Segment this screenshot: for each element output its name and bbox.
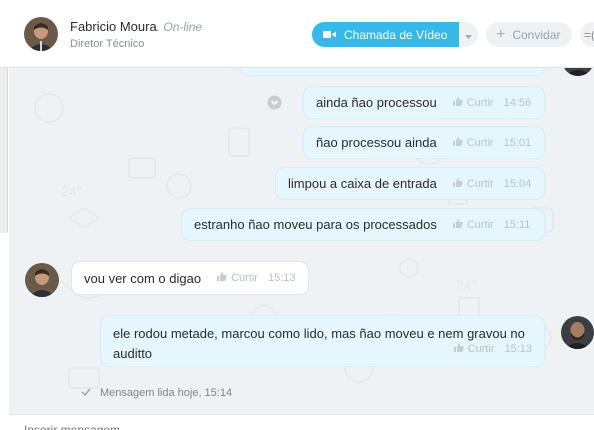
contact-avatar-small[interactable] (25, 263, 59, 297)
plus-icon: + (496, 25, 506, 43)
thumbs-up-icon[interactable] (217, 272, 227, 284)
message-bubble-partial (239, 68, 545, 76)
thumbs-up-icon[interactable] (453, 339, 464, 359)
side-panel-edge (0, 68, 8, 233)
collapse-chevron-icon[interactable] (267, 95, 282, 115)
message-text: ainda ñao processou (316, 95, 437, 110)
message-meta: Curtir 15:04 (452, 177, 532, 190)
message-bubble-out[interactable]: estranho ñao moveu para os processados C… (181, 208, 545, 241)
thumbs-up-icon[interactable] (452, 218, 463, 231)
message-text: ñao processou ainda (316, 135, 437, 150)
message-time: 15:11 (503, 218, 531, 231)
message-time: 15:04 (503, 177, 532, 190)
contact-name[interactable]: Fabricio Moura (70, 19, 157, 34)
like-label[interactable]: Curtir (467, 97, 494, 109)
read-receipt: Mensagem lida hoje, 15:14 (81, 387, 232, 399)
svg-text:24°: 24° (61, 183, 82, 199)
like-label[interactable]: Curtir (467, 219, 494, 231)
message-meta: Curtir 15:13 (217, 272, 296, 284)
invite-button[interactable]: + Convidar (486, 22, 572, 47)
chevron-down-icon (465, 26, 472, 44)
like-label[interactable]: Curtir (468, 339, 495, 359)
thumbs-up-icon[interactable] (452, 96, 463, 109)
message-time: 15:13 (267, 272, 296, 284)
message-meta: Curtir 15:11 (452, 218, 531, 231)
video-call-dropdown[interactable] (459, 22, 478, 47)
message-bubble-out[interactable]: ainda ñao processou Curtir 14:56 (303, 86, 545, 119)
message-text: estranho ñao moveu para os processados (194, 217, 437, 232)
message-bubble-in[interactable]: vou ver com o digao Curtir 15:13 (71, 261, 309, 295)
message-bubble-out[interactable]: ñao processou ainda Curtir 15:01 (303, 126, 545, 159)
read-receipt-text: Mensagem lida hoje, 15:14 (100, 387, 233, 399)
message-text: limpou a caixa de entrada (288, 176, 437, 191)
check-icon (81, 387, 91, 399)
more-options-label: =( (584, 27, 594, 42)
message-time: 15:13 (504, 343, 532, 355)
my-avatar[interactable] (561, 316, 594, 349)
contact-avatar[interactable] (24, 17, 58, 51)
svg-text:24°: 24° (456, 277, 477, 293)
video-call-label: Chamada de Vídeo (344, 27, 448, 42)
thumbs-up-icon[interactable] (452, 177, 463, 190)
video-call-button[interactable]: Chamada de Vídeo (312, 22, 460, 47)
more-options-button[interactable]: =( (580, 22, 594, 47)
contact-status: . On-line (156, 20, 203, 34)
message-meta: Curtir 15:13 (453, 339, 532, 359)
message-composer (9, 414, 594, 430)
message-list[interactable]: 24° 24° ainda ñao processou Curtir 14:56… (9, 68, 594, 414)
message-input[interactable] (24, 423, 324, 430)
message-bubble-out[interactable]: limpou a caixa de entrada Curtir 15:04 (275, 167, 545, 200)
contact-name-line: Fabricio Moura. On-line (70, 19, 202, 34)
chat-header: Fabricio Moura. On-line Diretor Técnico … (0, 0, 594, 68)
contact-role: Diretor Técnico (70, 38, 145, 50)
like-label[interactable]: Curtir (467, 178, 494, 190)
thumbs-up-icon[interactable] (452, 136, 463, 149)
message-text: vou ver com o digao (84, 270, 202, 286)
message-meta: Curtir 15:01 (452, 136, 532, 149)
message-time: 14:56 (503, 96, 532, 109)
like-label[interactable]: Curtir (467, 137, 494, 149)
message-bubble-out[interactable]: ele rodou metade, marcou como lido, mas … (100, 315, 545, 367)
message-meta: Curtir 14:56 (452, 96, 532, 109)
video-camera-icon (323, 28, 336, 42)
invite-label: Convidar (512, 27, 561, 42)
message-time: 15:01 (503, 136, 532, 149)
like-label[interactable]: Curtir (231, 272, 258, 284)
